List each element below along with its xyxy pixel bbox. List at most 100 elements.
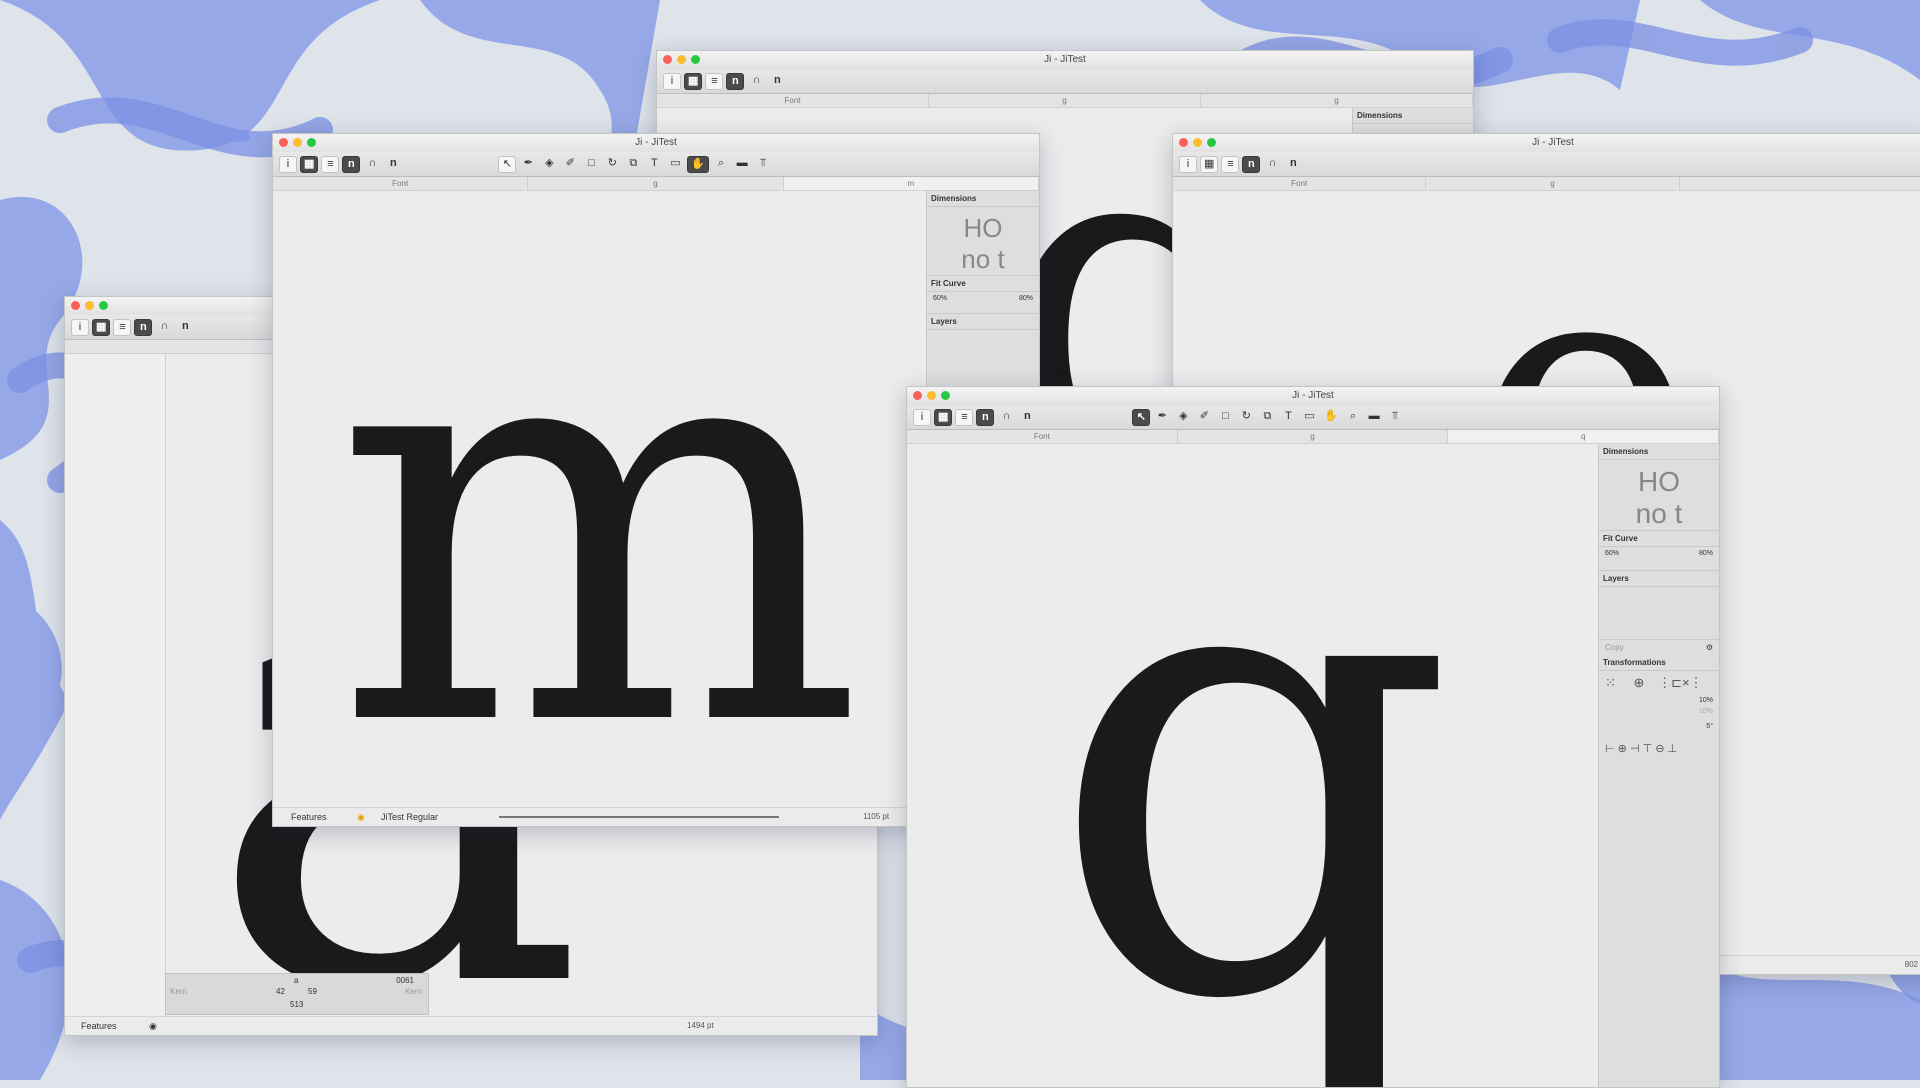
eye-icon[interactable]: ◉ [149,1017,157,1035]
outline-n-icon[interactable]: ∩ [1263,156,1281,173]
info-icon[interactable]: i [663,72,681,90]
edit-n-icon[interactable]: n [726,72,745,90]
scale-tool-icon[interactable]: ⧉ [624,156,642,173]
align-bottom-icon[interactable]: ⊥ [1668,743,1678,755]
info-icon[interactable]: i [1179,155,1197,173]
hand-tool-icon[interactable]: ✋ [687,155,710,173]
tab-font[interactable]: Font [1173,177,1427,190]
preview-n-icon[interactable]: n [768,73,786,90]
dimensions-header[interactable]: Dimensions [1353,108,1473,124]
flip-icon[interactable]: ⋮⊏×⋮ [1658,675,1702,690]
preview-slider[interactable] [499,816,779,818]
list-view-icon[interactable]: ≡ [113,318,132,336]
origin-icon[interactable]: ⊕ [1634,675,1645,690]
tab-font[interactable]: Font [273,177,529,190]
features-menu[interactable]: Features [291,808,327,826]
close-button[interactable] [71,301,80,310]
minimize-button[interactable] [927,391,936,400]
pencil-tool-icon[interactable]: ✐ [561,156,579,173]
glyph-width[interactable]: 513 [290,1000,303,1009]
close-button[interactable] [663,55,672,64]
text-tool-icon[interactable]: T [645,156,663,173]
list-view-icon[interactable]: ≡ [705,72,724,90]
grid-view-icon[interactable]: ▦ [1200,155,1219,173]
fit-curve-header[interactable]: Fit Curve [927,275,1039,292]
zoom-button[interactable] [941,391,950,400]
zoom-button[interactable] [307,138,316,147]
eraser-tool-icon[interactable]: ◈ [540,156,558,173]
eye-icon[interactable]: ◉ [357,808,365,826]
align-left-icon[interactable]: ⊢ [1605,743,1615,755]
align-right-icon[interactable]: ⊣ [1630,743,1640,755]
tab-font[interactable]: Font [657,94,929,107]
align-center-icon[interactable]: ⊕ [1618,743,1627,755]
rotate-tool-icon[interactable]: ↻ [603,156,621,173]
outline-n-icon[interactable]: ∩ [747,73,765,90]
fit-curve-header[interactable]: Fit Curve [1599,530,1719,547]
zoom-level[interactable]: 1494 pt [687,1017,714,1035]
transformations-header[interactable]: Transformations [1599,655,1719,671]
measure-tool-icon[interactable]: ▬ [733,156,751,173]
preview-n-icon[interactable]: n [384,156,402,173]
dimensions-header[interactable]: Dimensions [927,191,1039,207]
minimize-button[interactable] [85,301,94,310]
annotation-tool-icon[interactable]: ▭ [666,156,684,173]
minimize-button[interactable] [677,55,686,64]
minimize-button[interactable] [1193,138,1202,147]
outline-n-icon[interactable]: ∩ [363,156,381,173]
outline-n-icon[interactable]: ∩ [155,319,173,336]
zoom-button[interactable] [1207,138,1216,147]
tab-q[interactable]: q [1448,430,1719,443]
fit-curve-min[interactable]: 60% [1605,550,1619,557]
outline-n-icon[interactable]: ∩ [997,409,1015,426]
type-tool-icon[interactable]: ⫪ [754,156,772,173]
preview-n-icon[interactable]: n [1018,409,1036,426]
rotate-field[interactable]: 5° [1706,723,1713,730]
grid-view-icon[interactable]: ▦ [934,408,953,426]
features-menu[interactable]: Features [81,1017,117,1035]
edit-n-icon[interactable]: n [1242,155,1261,173]
preview-n-icon[interactable]: n [176,319,194,336]
copy-button[interactable]: Copy [1605,643,1624,652]
minimize-button[interactable] [293,138,302,147]
fit-curve-min[interactable]: 60% [933,295,947,302]
select-tool-icon[interactable]: ↖ [498,155,517,173]
align-top-icon[interactable]: ⊤ [1643,743,1653,755]
close-button[interactable] [913,391,922,400]
grid-view-icon[interactable]: ▦ [300,155,319,173]
scale-x-field[interactable]: 10% [1699,697,1713,704]
fit-curve-max[interactable]: 80% [1699,550,1713,557]
list-view-icon[interactable]: ≡ [1221,155,1240,173]
dimensions-header[interactable]: Dimensions [1599,444,1719,460]
info-icon[interactable]: i [913,408,931,426]
list-view-icon[interactable]: ≡ [321,155,340,173]
rectangle-tool-icon[interactable]: □ [582,156,600,173]
close-button[interactable] [279,138,288,147]
tab-m[interactable]: m [783,177,1039,190]
layers-header[interactable]: Layers [927,313,1039,330]
layers-header[interactable]: Layers [1599,570,1719,587]
zoom-level[interactable]: 802 pt [1905,956,1920,974]
edit-n-icon[interactable]: n [134,318,153,336]
align-grid-icon[interactable]: ⁙ [1605,675,1616,690]
gear-icon[interactable]: ⚙ [1706,643,1713,652]
scale-y-field[interactable]: 10% [1699,708,1713,715]
right-sidebearing[interactable]: 59 [308,987,317,996]
preview-n-icon[interactable]: n [1284,156,1302,173]
edit-n-icon[interactable]: n [976,408,995,426]
zoom-tool-icon[interactable]: ⌕ [712,156,730,173]
fit-curve-max[interactable]: 80% [1019,295,1033,302]
zoom-button[interactable] [691,55,700,64]
tab-empty[interactable] [1680,177,1920,190]
list-view-icon[interactable]: ≡ [955,408,974,426]
tab-g[interactable]: g [528,177,784,190]
left-sidebearing[interactable]: 42 [276,987,285,996]
align-middle-icon[interactable]: ⊖ [1655,743,1664,755]
close-button[interactable] [1179,138,1188,147]
font-style-select[interactable]: JiTest Regular [381,808,438,826]
zoom-level[interactable]: 1105 pt [863,808,889,826]
grid-view-icon[interactable]: ▦ [92,318,111,336]
edit-n-icon[interactable]: n [342,155,361,173]
zoom-button[interactable] [99,301,108,310]
pen-tool-icon[interactable]: ✒ [519,156,537,173]
